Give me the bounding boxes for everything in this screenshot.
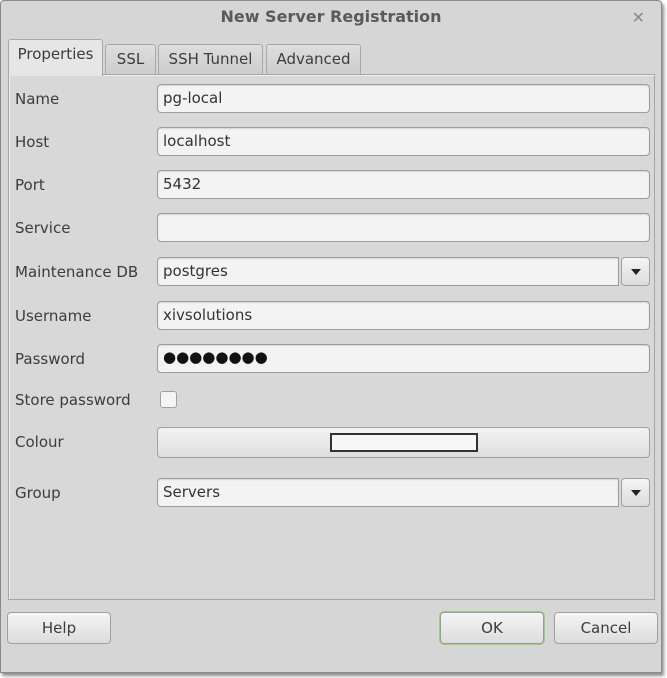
titlebar: New Server Registration ✕ [1, 1, 661, 35]
maintenance-db-dropdown-button[interactable] [621, 257, 650, 286]
maintenance-db-combobox[interactable]: postgres [157, 257, 619, 286]
password-input[interactable]: ●●●●●●●● [157, 344, 650, 373]
username-input[interactable]: xivsolutions [157, 301, 650, 330]
tab-advanced[interactable]: Advanced [266, 44, 361, 75]
port-label: Port [15, 176, 45, 194]
tab-properties[interactable]: Properties [8, 39, 103, 76]
colour-swatch [330, 433, 478, 452]
colour-picker-button[interactable] [157, 427, 650, 458]
name-input[interactable]: pg-local [157, 84, 650, 113]
service-label: Service [15, 219, 71, 237]
dialog-title: New Server Registration [220, 7, 442, 26]
store-password-label: Store password [15, 391, 131, 409]
service-input[interactable] [157, 213, 650, 242]
maintenance-db-label: Maintenance DB [15, 263, 139, 281]
store-password-checkbox[interactable] [160, 391, 177, 408]
group-combobox[interactable]: Servers [157, 478, 619, 507]
help-button[interactable]: Help [7, 612, 111, 644]
tab-ssh-tunnel[interactable]: SSH Tunnel [158, 44, 263, 75]
name-label: Name [15, 90, 60, 108]
server-registration-dialog: New Server Registration ✕ Properties SSL… [0, 0, 662, 673]
chevron-down-icon [631, 269, 641, 275]
chevron-down-icon [631, 490, 641, 496]
username-label: Username [15, 307, 92, 325]
tab-ssl[interactable]: SSL [105, 44, 156, 75]
close-icon[interactable]: ✕ [632, 8, 645, 27]
host-input[interactable]: localhost [157, 127, 650, 156]
cancel-button[interactable]: Cancel [554, 612, 658, 644]
host-label: Host [15, 133, 50, 151]
port-input[interactable]: 5432 [157, 170, 650, 199]
group-label: Group [15, 484, 61, 502]
password-label: Password [15, 350, 86, 368]
group-dropdown-button[interactable] [621, 478, 650, 507]
colour-label: Colour [15, 433, 64, 451]
ok-button[interactable]: OK [440, 612, 544, 644]
